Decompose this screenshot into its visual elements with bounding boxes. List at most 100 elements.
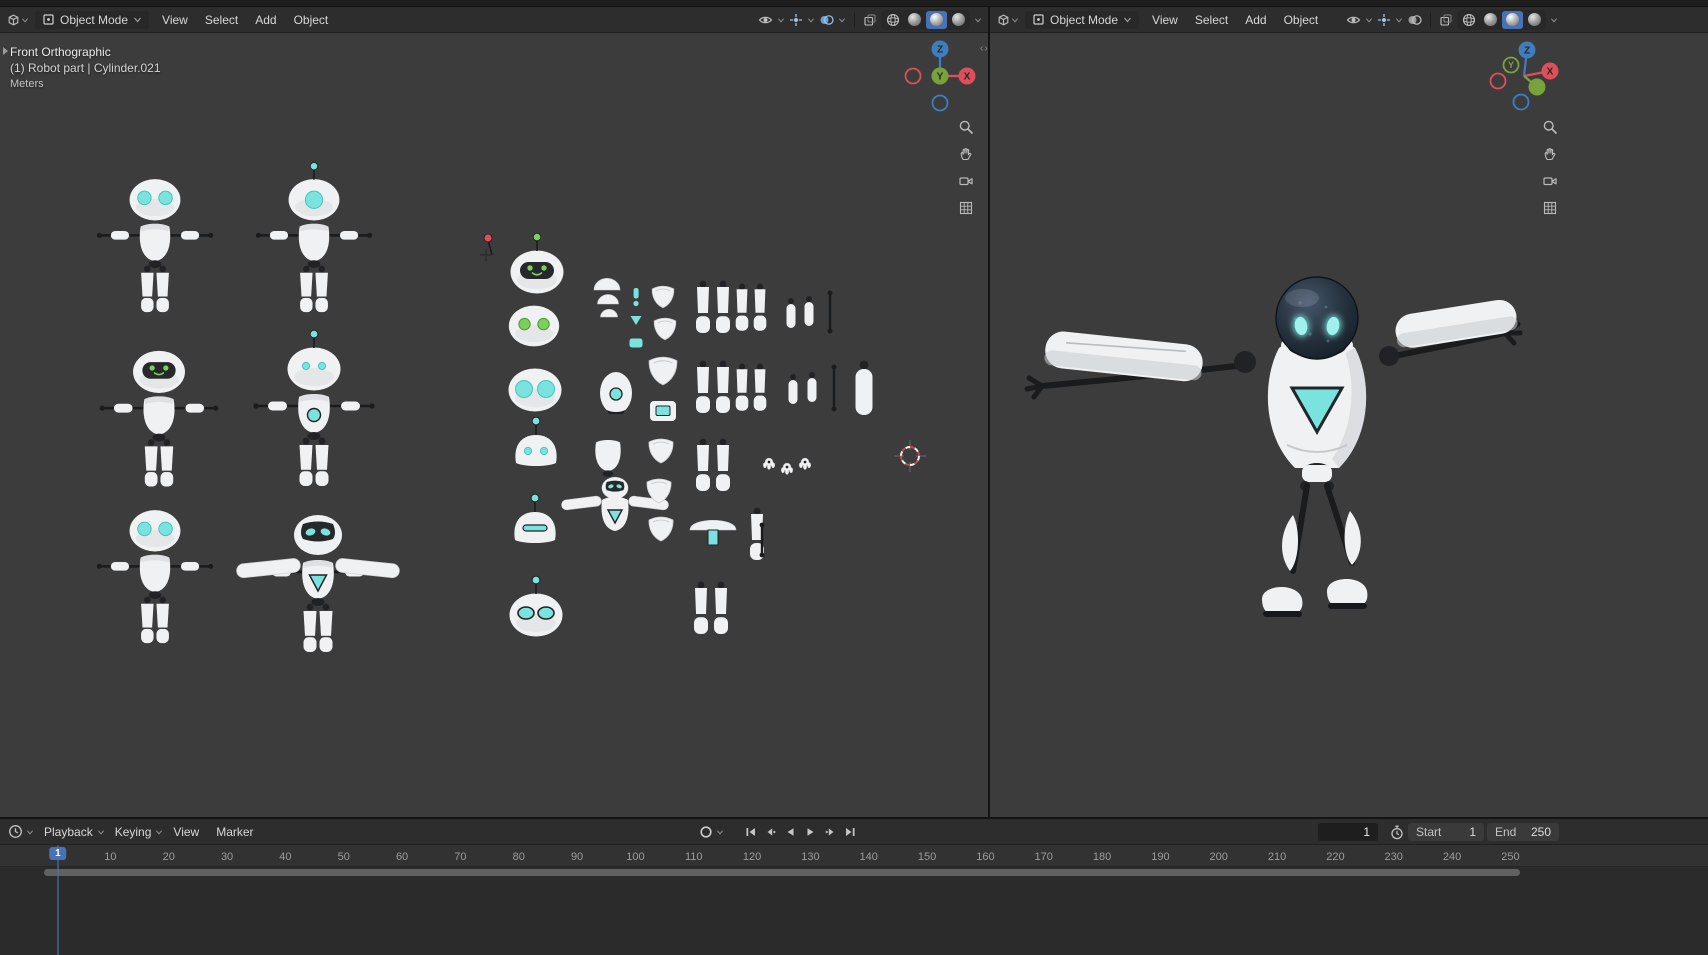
ortho-toggle-icon[interactable] xyxy=(958,200,974,216)
robot-hand-part[interactable] xyxy=(763,457,775,470)
shading-solid-icon[interactable] xyxy=(1480,11,1501,29)
menu-tl-view[interactable]: View xyxy=(166,823,206,841)
play-button[interactable] xyxy=(802,824,819,841)
robot-torso-part[interactable] xyxy=(595,440,621,477)
shading-material-icon[interactable] xyxy=(926,10,947,29)
ortho-toggle-icon[interactable] xyxy=(1542,200,1558,216)
visibility-eye-icon[interactable] xyxy=(758,13,773,27)
show-gizmo-icon[interactable] xyxy=(1377,13,1391,27)
jump-to-end-button[interactable] xyxy=(842,824,859,841)
robot-figure[interactable] xyxy=(96,510,214,644)
robot-head-part[interactable] xyxy=(510,232,564,294)
robot-figure[interactable] xyxy=(96,179,214,313)
xray-toggle-icon[interactable] xyxy=(863,13,877,27)
robot-cap-part[interactable] xyxy=(597,294,619,305)
shading-wireframe-icon[interactable] xyxy=(1458,11,1479,29)
area-resize-widget[interactable]: ‹› xyxy=(980,43,989,54)
robot-figure[interactable] xyxy=(255,162,373,313)
editor-type-icon[interactable] xyxy=(996,13,1019,27)
viewport-canvas-left[interactable]: Z X Y xyxy=(0,7,988,817)
robot-legs-part[interactable] xyxy=(694,581,728,634)
robot-legs-part[interactable] xyxy=(735,363,767,411)
frame-end-field[interactable]: End 250 xyxy=(1487,823,1559,841)
robot-armor-part[interactable] xyxy=(648,438,674,464)
viewport-right[interactable]: Z X Y Object Mode View Select Add Object xyxy=(990,7,1708,817)
menu-view[interactable]: View xyxy=(155,11,195,29)
shading-rendered-icon[interactable] xyxy=(1524,11,1545,29)
robot-arm-part[interactable] xyxy=(804,296,814,326)
show-gizmo-icon[interactable] xyxy=(789,13,803,27)
robot-legs-part[interactable] xyxy=(696,360,730,413)
3d-cursor[interactable] xyxy=(894,440,926,472)
menu-add[interactable]: Add xyxy=(248,11,283,29)
visibility-eye-icon[interactable] xyxy=(1346,13,1361,27)
overlays-icon[interactable] xyxy=(1407,13,1422,27)
robot-head-part[interactable] xyxy=(515,416,557,466)
jump-to-start-button[interactable] xyxy=(742,824,759,841)
robot-dome-part[interactable] xyxy=(689,520,737,546)
timeline-scrollbar[interactable] xyxy=(44,869,1520,876)
chevron-down-icon[interactable] xyxy=(777,16,785,24)
navigation-gizmo[interactable]: Z X Y xyxy=(1489,41,1559,111)
chevron-down-icon[interactable] xyxy=(1550,16,1558,24)
chevron-down-icon[interactable] xyxy=(716,828,724,836)
stopwatch-icon[interactable] xyxy=(1390,825,1404,840)
robot-screen-part[interactable] xyxy=(650,401,676,421)
menu-object[interactable]: Object xyxy=(287,11,336,29)
robot-figure[interactable] xyxy=(236,515,400,652)
auto-keying-record-icon[interactable] xyxy=(699,825,713,839)
menu-marker[interactable]: Marker xyxy=(209,823,260,841)
robot-head-part[interactable] xyxy=(508,305,560,347)
camera-view-icon[interactable] xyxy=(1542,173,1558,189)
menu-select[interactable]: Select xyxy=(198,11,245,29)
zoom-tool-icon[interactable] xyxy=(1542,119,1558,135)
menu-add[interactable]: Add xyxy=(1238,11,1273,29)
menu-object[interactable]: Object xyxy=(1277,11,1326,29)
robot-arm-part[interactable] xyxy=(831,364,837,412)
toolbar-expand-arrow[interactable] xyxy=(3,47,8,55)
robot-armor-part[interactable] xyxy=(648,516,674,542)
robot-arm-part[interactable] xyxy=(827,290,833,334)
zoom-tool-icon[interactable] xyxy=(958,119,974,135)
cyan-exclamation-part[interactable] xyxy=(633,288,639,307)
robot-armor-part[interactable] xyxy=(653,317,677,341)
viewport-left[interactable]: ZXY Object Mode View Select Add Object F… xyxy=(0,7,988,817)
robot-figure[interactable] xyxy=(253,329,375,486)
chevron-down-icon[interactable] xyxy=(838,16,846,24)
xray-toggle-icon[interactable] xyxy=(1439,13,1453,27)
chevron-down-icon[interactable] xyxy=(974,16,982,24)
robot-hand-part[interactable] xyxy=(781,462,793,475)
overlays-icon[interactable] xyxy=(819,13,834,27)
current-frame-field[interactable]: 1 xyxy=(1318,823,1378,841)
robot-figure[interactable] xyxy=(99,350,219,487)
frame-start-field[interactable]: Start 1 xyxy=(1408,823,1484,841)
shading-rendered-icon[interactable] xyxy=(948,11,969,29)
timeline-ruler[interactable]: 10 20 30 40 50 60 70 80 90 100 110 120 130 140 150 160 1… xyxy=(0,845,1708,867)
shading-material-icon[interactable] xyxy=(1502,10,1523,29)
viewport-canvas-right[interactable]: Z X Y xyxy=(990,7,1708,817)
shading-wireframe-icon[interactable] xyxy=(882,11,903,29)
robot-arm-part[interactable] xyxy=(788,374,798,404)
timeline-tracks[interactable] xyxy=(0,879,1708,954)
robot-torso-part[interactable] xyxy=(600,372,632,414)
robot-cap-part[interactable] xyxy=(593,278,621,291)
robot-cap-part[interactable] xyxy=(600,309,618,318)
robot-head-part[interactable] xyxy=(509,575,563,637)
robot-arm-part[interactable] xyxy=(786,298,796,328)
menu-playback[interactable]: Playback xyxy=(37,823,100,841)
robot-assembled[interactable] xyxy=(1024,276,1523,617)
cyan-chip-part[interactable] xyxy=(629,338,643,348)
chevron-down-icon[interactable] xyxy=(155,828,163,836)
playhead-line[interactable] xyxy=(56,845,59,955)
play-reverse-button[interactable] xyxy=(782,824,799,841)
editor-type-icon[interactable] xyxy=(6,13,29,27)
robot-armor-part[interactable] xyxy=(651,285,675,309)
mode-dropdown[interactable]: Object Mode xyxy=(35,10,150,29)
pan-tool-icon[interactable] xyxy=(1542,146,1558,162)
camera-view-icon[interactable] xyxy=(958,173,974,189)
robot-legs-part[interactable] xyxy=(735,283,767,331)
current-frame-badge[interactable]: 1 xyxy=(49,847,67,860)
robot-head-part[interactable] xyxy=(514,493,556,543)
robot-arm-part[interactable] xyxy=(855,360,873,416)
navigation-gizmo[interactable]: Z X Y xyxy=(904,40,976,112)
